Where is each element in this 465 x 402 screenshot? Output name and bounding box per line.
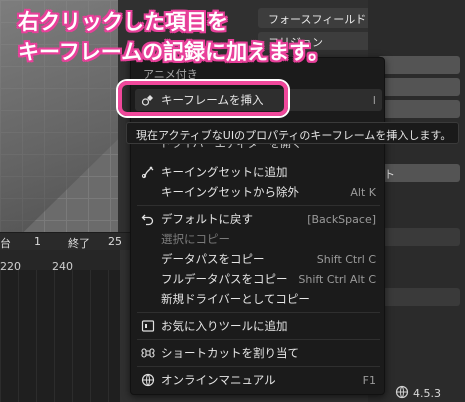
menu-item-shortcut: Shift Ctrl C bbox=[316, 252, 376, 266]
globe-icon bbox=[395, 385, 409, 402]
status-bar: 4.5.3 bbox=[395, 384, 465, 402]
reset-to-default-item[interactable]: デフォルトに戻す [BackSpace] bbox=[135, 208, 382, 230]
menu-item-label: データパスをコピー bbox=[161, 252, 265, 266]
copy-as-new-driver-item[interactable]: 新規ドライバーとしてコピー bbox=[135, 288, 382, 310]
properties-field[interactable] bbox=[378, 78, 460, 96]
annotation-line-2: キーフレームの記録に加えます。 bbox=[18, 40, 330, 64]
keying-set-icon bbox=[135, 165, 161, 179]
copy-data-path-item[interactable]: データパスをコピー Shift Ctrl C bbox=[135, 248, 382, 270]
add-to-keying-set-item[interactable]: キーイングセットに追加 bbox=[135, 161, 382, 183]
menu-item-shortcut: [BackSpace] bbox=[307, 212, 376, 226]
menu-item-shortcut: Shift Ctrl Alt C bbox=[298, 272, 376, 286]
copy-full-data-path-item[interactable]: フルデータパスをコピー Shift Ctrl Alt C bbox=[135, 268, 382, 290]
menu-item-shortcut: I bbox=[372, 93, 376, 107]
menu-item-label: フルデータパスをコピー bbox=[161, 272, 288, 286]
properties-field[interactable]: ト bbox=[378, 164, 460, 182]
favorites-icon bbox=[135, 319, 161, 333]
timeline-tracks[interactable] bbox=[0, 270, 120, 402]
properties-dropdown[interactable] bbox=[378, 228, 460, 246]
menu-separator bbox=[137, 339, 380, 340]
properties-field[interactable] bbox=[378, 56, 460, 74]
menu-item-label: 選択にコピー bbox=[161, 232, 230, 246]
tooltip: 現在アクティブなUIのプロパティのキーフレームを挿入します。 bbox=[126, 122, 459, 144]
end-value[interactable]: 25 bbox=[108, 235, 122, 248]
menu-item-label: ショートカットを割り当て bbox=[161, 346, 299, 360]
menu-item-label: キーイングセットに追加 bbox=[161, 165, 288, 179]
end-label: 終了 bbox=[68, 237, 90, 250]
menu-separator bbox=[137, 205, 380, 206]
properties-field-label: ト bbox=[384, 168, 395, 181]
menu-title: アニメ付き bbox=[143, 68, 198, 81]
timeline-header: 台 1 終了 25 bbox=[0, 232, 130, 250]
reset-icon bbox=[135, 212, 161, 226]
menu-separator bbox=[137, 366, 380, 367]
frame-value[interactable]: 1 bbox=[34, 235, 41, 248]
annotation-line-1: 右クリックした項目を bbox=[18, 10, 228, 34]
shortcut-icon bbox=[135, 346, 161, 360]
menu-item-label: オンラインマニュアル bbox=[161, 373, 276, 387]
globe-icon bbox=[135, 373, 161, 387]
online-manual-item[interactable]: オンラインマニュアル F1 bbox=[135, 369, 382, 391]
menu-separator bbox=[137, 312, 380, 313]
properties-field[interactable] bbox=[378, 100, 460, 118]
remove-from-keying-set-item[interactable]: キーイングセットから除外 Alt K bbox=[135, 181, 382, 203]
menu-item-shortcut: F1 bbox=[362, 373, 376, 387]
menu-item-label: お気に入りツールに追加 bbox=[161, 319, 288, 333]
timeline-ruler[interactable]: 220 240 bbox=[0, 250, 120, 273]
menu-item-shortcut: Alt K bbox=[350, 185, 376, 199]
properties-field[interactable] bbox=[378, 288, 460, 306]
frame-label: 台 bbox=[0, 237, 11, 250]
menu-item-label: デフォルトに戻す bbox=[161, 212, 253, 226]
add-to-quick-favorites-item[interactable]: お気に入りツールに追加 bbox=[135, 315, 382, 337]
highlight-ring bbox=[118, 81, 288, 116]
version-label: 4.5.3 bbox=[413, 386, 441, 400]
assign-shortcut-item[interactable]: ショートカットを割り当て bbox=[135, 342, 382, 364]
menu-item-label: キーイングセットから除外 bbox=[161, 185, 299, 199]
copy-to-selected-item: 選択にコピー bbox=[135, 228, 382, 250]
menu-item-label: 新規ドライバーとしてコピー bbox=[161, 292, 310, 306]
